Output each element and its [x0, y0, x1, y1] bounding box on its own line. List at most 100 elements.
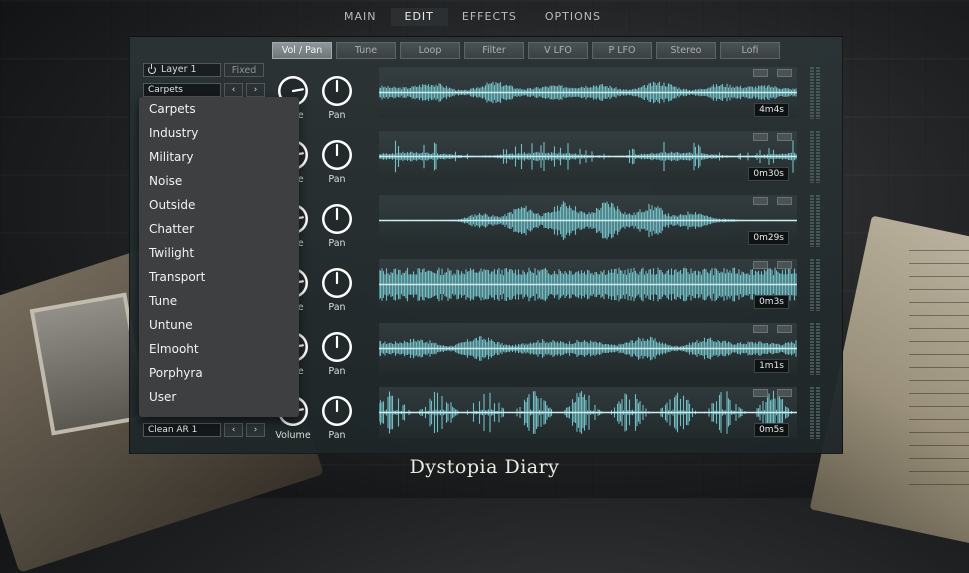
dropdown-item-porphyra[interactable]: Porphyra	[139, 361, 299, 385]
waveform-toggle-b[interactable]	[777, 197, 792, 205]
waveform-svg	[379, 81, 797, 104]
pan-knob-wrap: Pan	[318, 395, 356, 441]
sample-length-badge: 0m30s	[748, 167, 789, 181]
meter-right	[816, 387, 820, 439]
tab-tune[interactable]: Tune	[336, 42, 396, 59]
pan-knob-wrap: Pan	[318, 331, 356, 377]
sample-length-badge: 4m4s	[754, 103, 789, 117]
tab-loop[interactable]: Loop	[400, 42, 460, 59]
pan-knob[interactable]	[321, 75, 353, 107]
waveform-toggle-b[interactable]	[777, 261, 792, 269]
waveform-toggle-a[interactable]	[753, 197, 768, 205]
meter-right	[816, 67, 820, 119]
pan-knob[interactable]	[321, 331, 353, 363]
dropdown-item-untune[interactable]: Untune	[139, 313, 299, 337]
tab-lofi[interactable]: Lofi	[720, 42, 780, 59]
preset-category-dropdown: Carpets Industry Military Noise Outside …	[139, 97, 299, 417]
waveform-display[interactable]: 0m5s	[379, 387, 797, 438]
waveform-toggle-a[interactable]	[753, 261, 768, 269]
dropdown-item-noise[interactable]: Noise	[139, 169, 299, 193]
waveform-toggle-a[interactable]	[753, 69, 768, 77]
layer-select-button[interactable]: Layer 1	[143, 63, 221, 77]
dropdown-item-elmooht[interactable]: Elmooht	[139, 337, 299, 361]
preset-field[interactable]: Carpets	[143, 83, 221, 97]
power-icon[interactable]	[148, 64, 156, 74]
pan-knob-wrap: Pan	[318, 139, 356, 185]
meter-right	[816, 195, 820, 247]
sample-length-badge: 0m3s	[754, 295, 789, 309]
nav-edit[interactable]: EDIT	[390, 8, 448, 26]
waveform-toggle-b[interactable]	[777, 389, 792, 397]
waveform-display[interactable]: 0m29s	[379, 195, 797, 246]
waveform-toggle-b[interactable]	[777, 133, 792, 141]
dropdown-item-transport[interactable]: Transport	[139, 265, 299, 289]
pan-knob[interactable]	[321, 139, 353, 171]
waveform-toggle-b[interactable]	[777, 325, 792, 333]
waveform-svg	[379, 140, 797, 173]
pan-knob[interactable]	[321, 203, 353, 235]
nav-options[interactable]: OPTIONS	[531, 8, 615, 26]
waveform-toggle-a[interactable]	[753, 133, 768, 141]
level-meter	[810, 387, 821, 439]
waveform-display[interactable]: 0m30s	[379, 131, 797, 182]
dropdown-item-user[interactable]: User	[139, 385, 299, 409]
meter-right	[816, 323, 820, 375]
level-meter	[810, 195, 821, 247]
dropdown-item-twilight[interactable]: Twilight	[139, 241, 299, 265]
waveform-svg	[379, 201, 797, 240]
background-book-text	[909, 250, 969, 490]
waveform-toggle-a[interactable]	[753, 325, 768, 333]
preset-field[interactable]: Clean AR 1	[143, 423, 221, 437]
pan-knob[interactable]	[321, 395, 353, 427]
pan-label: Pan	[328, 174, 346, 185]
edit-tabs: Vol / Pan Tune Loop Filter V LFO P LFO S…	[272, 42, 780, 59]
level-meter	[810, 323, 821, 375]
preset-prev-button[interactable]: ‹	[224, 83, 243, 97]
dropdown-item-chatter[interactable]: Chatter	[139, 217, 299, 241]
waveform-display[interactable]: 4m4s	[379, 67, 797, 118]
preset-next-button[interactable]: ›	[246, 423, 265, 437]
tab-v-lfo[interactable]: V LFO	[528, 42, 588, 59]
waveform-display[interactable]: 1m1s	[379, 323, 797, 374]
preset-row-6: Clean AR 1 ‹ ›	[143, 423, 265, 437]
sample-length-badge: 1m1s	[754, 359, 789, 373]
top-navigation: MAIN EDIT EFFECTS OPTIONS	[330, 8, 615, 26]
waveform-svg	[379, 336, 797, 361]
pan-label: Pan	[328, 430, 346, 441]
waveform-toggle-a[interactable]	[753, 389, 768, 397]
sample-length-badge: 0m5s	[754, 423, 789, 437]
waveform-toggle-b[interactable]	[777, 69, 792, 77]
meter-right	[816, 259, 820, 311]
tab-stereo[interactable]: Stereo	[656, 42, 716, 59]
level-meter	[810, 131, 821, 183]
layer-controls: Layer 1 Fixed	[143, 63, 264, 77]
fixed-button[interactable]: Fixed	[224, 63, 264, 77]
tab-filter[interactable]: Filter	[464, 42, 524, 59]
pan-knob-wrap: Pan	[318, 267, 356, 313]
tab-p-lfo[interactable]: P LFO	[592, 42, 652, 59]
waveform-display[interactable]: 0m3s	[379, 259, 797, 310]
tab-vol-pan[interactable]: Vol / Pan	[272, 42, 332, 59]
meter-right	[816, 131, 820, 183]
pan-knob[interactable]	[321, 267, 353, 299]
waveform-svg	[379, 390, 797, 435]
pan-knob-wrap: Pan	[318, 203, 356, 249]
instrument-title: Dystopia Diary	[409, 456, 560, 478]
dropdown-item-carpets[interactable]: Carpets	[139, 97, 299, 121]
waveform-svg	[379, 267, 797, 302]
dropdown-item-tune[interactable]: Tune	[139, 289, 299, 313]
pan-label: Pan	[328, 366, 346, 377]
dropdown-item-military[interactable]: Military	[139, 145, 299, 169]
dropdown-item-industry[interactable]: Industry	[139, 121, 299, 145]
nav-main[interactable]: MAIN	[330, 8, 391, 26]
pan-knob-wrap: Pan	[318, 75, 356, 121]
meter-left	[810, 67, 814, 119]
level-meter	[810, 259, 821, 311]
dropdown-item-outside[interactable]: Outside	[139, 193, 299, 217]
sample-length-badge: 0m29s	[748, 231, 789, 245]
pan-label: Pan	[328, 238, 346, 249]
preset-row-1: Carpets ‹ ›	[143, 83, 265, 97]
nav-effects[interactable]: EFFECTS	[448, 8, 531, 26]
preset-prev-button[interactable]: ‹	[224, 423, 243, 437]
preset-next-button[interactable]: ›	[246, 83, 265, 97]
